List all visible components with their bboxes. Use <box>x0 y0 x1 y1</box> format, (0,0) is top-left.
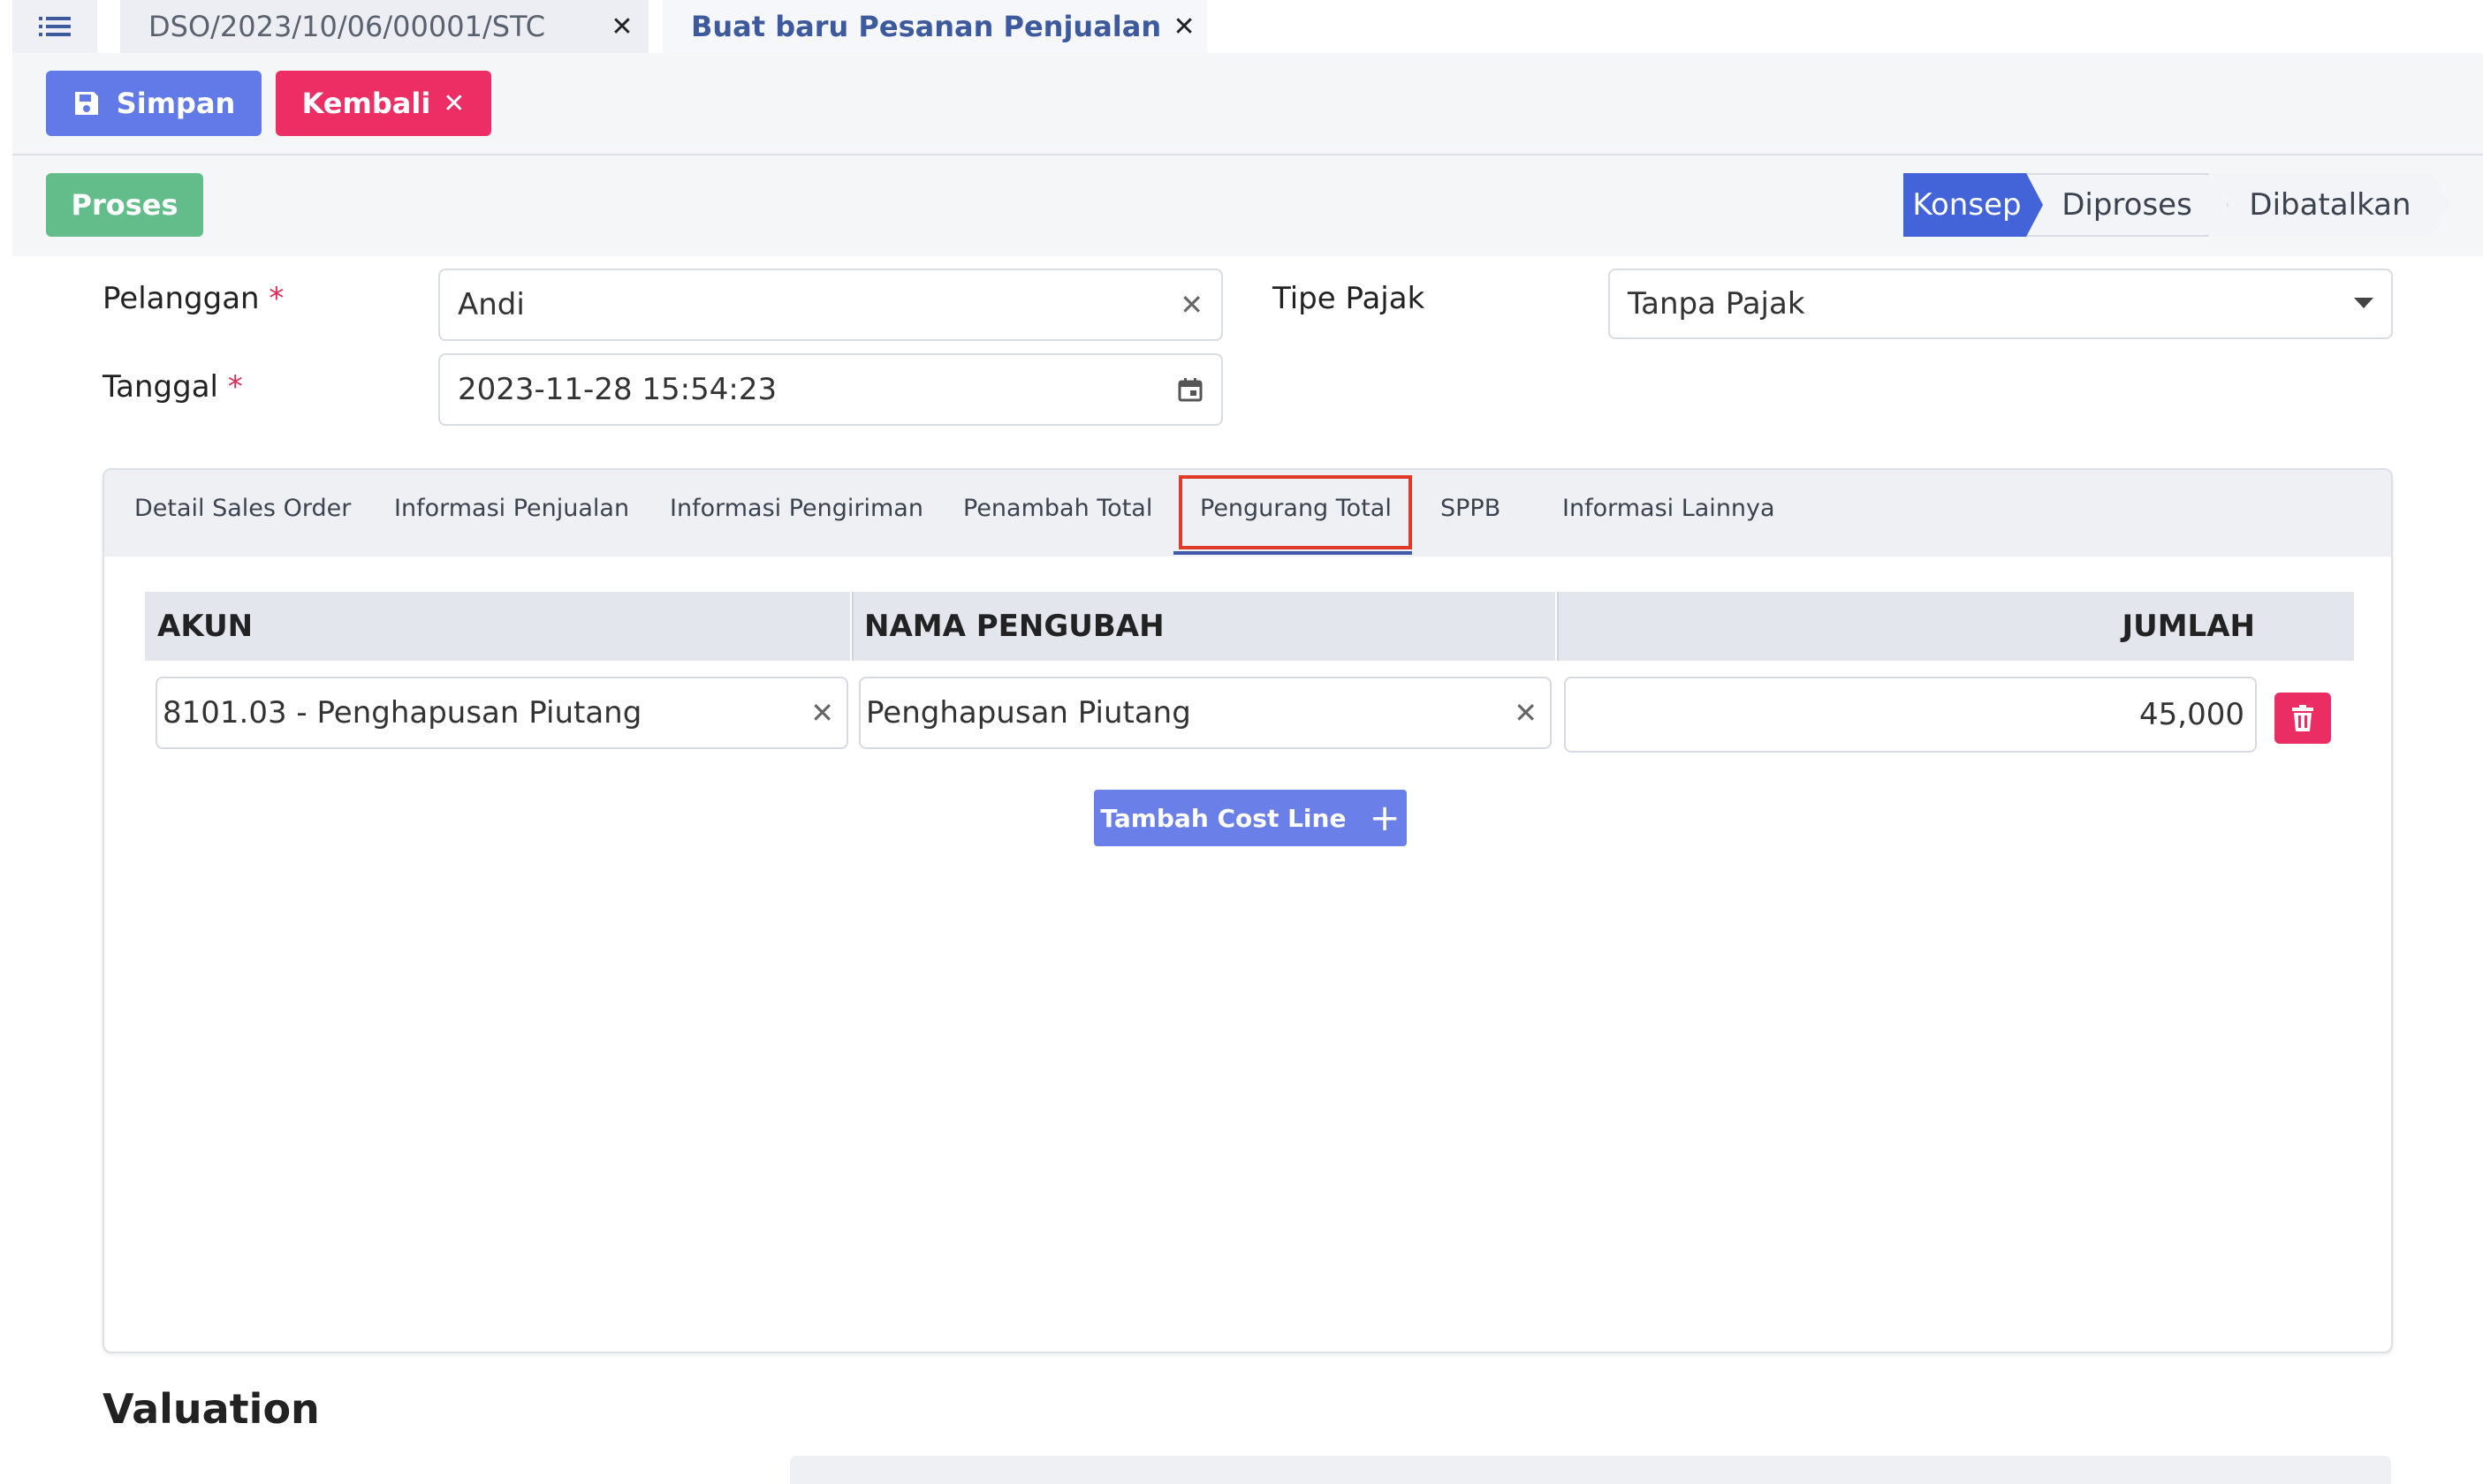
trash-icon <box>2292 705 2313 731</box>
clear-icon[interactable]: ✕ <box>810 696 834 730</box>
stage-label: Dibatalkan <box>2249 187 2411 223</box>
proses-label: Proses <box>71 188 178 222</box>
tab-new-sales-order[interactable]: Buat baru Pesanan Penjualan ✕ <box>663 0 1207 53</box>
modifier-name-value: Penghapusan Piutang <box>866 695 1191 731</box>
caret-down-icon <box>2354 298 2373 308</box>
tax-type-select[interactable]: Tanpa Pajak <box>1608 269 2393 339</box>
date-input[interactable]: 2023-11-28 15:54:23 <box>438 353 1223 426</box>
tab-document-dso[interactable]: DSO/2023/10/06/00001/STC ✕ <box>120 0 649 53</box>
customer-label-text: Pelanggan <box>103 281 260 316</box>
stage-label: Diproses <box>2062 187 2192 223</box>
column-header-nama-pengubah: NAMA PENGUBAH <box>852 592 1555 661</box>
column-header-akun: AKUN <box>145 592 850 661</box>
calendar-icon[interactable] <box>1177 376 1204 403</box>
close-icon[interactable]: ✕ <box>596 11 649 42</box>
column-label: NAMA PENGUBAH <box>864 609 1165 644</box>
list-icon <box>39 17 71 36</box>
active-tab-underline <box>1173 551 1412 555</box>
save-button[interactable]: Simpan <box>46 71 262 136</box>
tab-label: Buat baru Pesanan Penjualan <box>691 10 1162 43</box>
account-value: 8101.03 - Penghapusan Piutang <box>163 695 642 731</box>
amount-value: 45,000 <box>2139 697 2244 732</box>
back-label: Kembali <box>301 87 431 120</box>
stage-konsep[interactable]: Konsep <box>1903 173 2043 237</box>
amount-input[interactable]: 45,000 <box>1564 677 2257 753</box>
tab-pengurang-total[interactable]: Pengurang Total <box>1200 495 1392 522</box>
delete-row-button[interactable] <box>2274 693 2331 744</box>
account-input[interactable]: 8101.03 - Penghapusan Piutang ✕ <box>156 677 848 749</box>
tab-informasi-pengiriman[interactable]: Informasi Pengiriman <box>670 495 923 522</box>
stage-label: Konsep <box>1912 187 2022 223</box>
modifier-name-input[interactable]: Penghapusan Piutang ✕ <box>859 677 1552 749</box>
close-icon: ✕ <box>443 87 466 119</box>
tab-informasi-lainnya[interactable]: Informasi Lainnya <box>1562 495 1775 522</box>
stage-dibatalkan[interactable]: Dibatalkan <box>2211 173 2449 237</box>
add-cost-line-button[interactable]: Tambah Cost Line + <box>1094 790 1407 846</box>
column-header-jumlah: JUMLAH <box>1557 592 2354 661</box>
tab-penambah-total[interactable]: Penambah Total <box>963 495 1152 522</box>
tab-detail-sales-order[interactable]: Detail Sales Order <box>134 495 351 522</box>
stage-diproses[interactable]: Diproses <box>2025 173 2229 237</box>
valuation-summary-bar <box>790 1456 2391 1484</box>
tax-type-label: Tipe Pajak <box>1272 281 1424 316</box>
clear-icon[interactable]: ✕ <box>1514 696 1538 730</box>
menu-toggle-button[interactable] <box>12 0 97 53</box>
customer-label: Pelanggan * <box>103 281 284 316</box>
customer-input[interactable]: Andi ✕ <box>438 269 1223 341</box>
required-mark: * <box>269 281 285 316</box>
date-label-text: Tanggal <box>103 369 218 405</box>
column-label: JUMLAH <box>2122 609 2255 644</box>
tax-value: Tanpa Pajak <box>1628 286 1805 322</box>
save-label: Simpan <box>116 87 236 120</box>
tax-label-text: Tipe Pajak <box>1272 281 1425 316</box>
date-value: 2023-11-28 15:54:23 <box>458 372 778 407</box>
tab-sppb[interactable]: SPPB <box>1440 495 1500 522</box>
tab-informasi-penjualan[interactable]: Informasi Penjualan <box>394 495 629 522</box>
save-icon <box>74 92 98 115</box>
back-button[interactable]: Kembali ✕ <box>276 71 491 136</box>
order-notebook: Detail Sales Order Informasi Penjualan I… <box>103 468 2393 1353</box>
clear-icon[interactable]: ✕ <box>1180 288 1204 322</box>
proses-button[interactable]: Proses <box>46 173 203 237</box>
customer-value: Andi <box>458 287 525 322</box>
close-icon[interactable]: ✕ <box>1161 11 1207 42</box>
add-cost-line-label: Tambah Cost Line <box>1100 803 1347 833</box>
date-label: Tanggal * <box>103 369 243 405</box>
valuation-title: Valuation <box>103 1385 320 1433</box>
plus-icon: + <box>1369 796 1401 839</box>
column-label: AKUN <box>157 609 254 644</box>
required-mark: * <box>227 369 243 405</box>
tab-label: DSO/2023/10/06/00001/STC <box>148 10 546 43</box>
